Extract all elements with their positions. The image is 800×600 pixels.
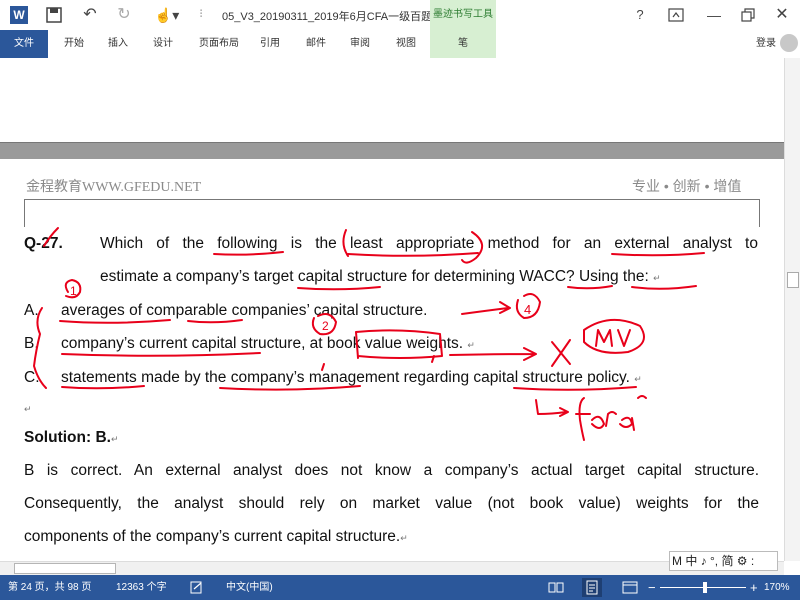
ink-underline-company-current bbox=[61, 352, 261, 357]
ink-underline-wacc bbox=[567, 285, 613, 290]
ink-bracket-least bbox=[342, 229, 349, 257]
print-layout-icon[interactable] bbox=[582, 578, 602, 597]
ink-label-4: 4 bbox=[524, 302, 531, 317]
web-layout-icon[interactable] bbox=[622, 581, 638, 594]
ink-fora-o bbox=[591, 415, 605, 429]
ink-underline-comparable bbox=[187, 319, 243, 324]
ink-underline-averages bbox=[59, 319, 171, 324]
ink-fora-r bbox=[605, 411, 617, 427]
ink-underline-least-appropriate bbox=[347, 252, 479, 257]
status-bar: 第 24 页，共 98 页 12363 个字 中文(中国) − + 170% bbox=[0, 575, 800, 600]
ink-strike-q27 bbox=[43, 227, 59, 247]
vertical-scroll-thumb[interactable] bbox=[787, 272, 799, 288]
vertical-scrollbar[interactable] bbox=[784, 58, 800, 561]
ink-underline-statements bbox=[61, 385, 145, 390]
ink-tick-1 bbox=[321, 363, 325, 371]
ink-cross-x bbox=[551, 339, 571, 367]
ink-box-book-value bbox=[355, 329, 443, 359]
ink-left-brace bbox=[33, 307, 47, 389]
ink-underline-company-management bbox=[219, 385, 361, 391]
ink-fora-a bbox=[619, 416, 635, 431]
read-mode-icon[interactable] bbox=[548, 581, 564, 594]
ink-annotations-layer: 1 2 4 bbox=[33, 227, 705, 441]
ime-toolbar[interactable]: M 中 ♪ °, 简 ⚙ : bbox=[669, 551, 778, 571]
ink-label-1: 1 bbox=[70, 284, 77, 298]
ink-underline-target-capital bbox=[297, 286, 381, 291]
language-indicator[interactable]: 中文(中国) bbox=[226, 575, 273, 600]
horizontal-scroll-thumb[interactable] bbox=[14, 563, 116, 574]
ink-circle-mv bbox=[583, 319, 645, 354]
zoom-out-button[interactable]: − bbox=[648, 575, 656, 600]
zoom-slider-thumb[interactable] bbox=[703, 582, 707, 593]
ink-squiggle bbox=[637, 395, 647, 399]
ink-arrow-b bbox=[449, 347, 537, 361]
word-count[interactable]: 12363 个字 bbox=[116, 575, 167, 600]
ink-underline-capital-structure bbox=[513, 386, 637, 391]
ink-arrow-a bbox=[461, 301, 511, 315]
zoom-level[interactable]: 170% bbox=[764, 575, 790, 600]
proofing-icon[interactable] bbox=[190, 581, 204, 594]
ink-hook-arrow bbox=[535, 399, 569, 417]
horizontal-scrollbar[interactable] bbox=[0, 561, 784, 576]
ink-circle-least-appropriate bbox=[461, 231, 483, 264]
ink-fora-f bbox=[575, 397, 591, 441]
ink-label-2: 2 bbox=[322, 319, 329, 333]
ink-underline-following bbox=[213, 251, 284, 256]
ink-underline-using-the bbox=[631, 285, 697, 290]
ink-v bbox=[617, 329, 631, 347]
ink-underline-external-analyst bbox=[611, 252, 705, 257]
ink-m bbox=[595, 329, 613, 347]
zoom-in-button[interactable]: + bbox=[750, 575, 758, 600]
page-count[interactable]: 第 24 页，共 98 页 bbox=[8, 575, 91, 600]
